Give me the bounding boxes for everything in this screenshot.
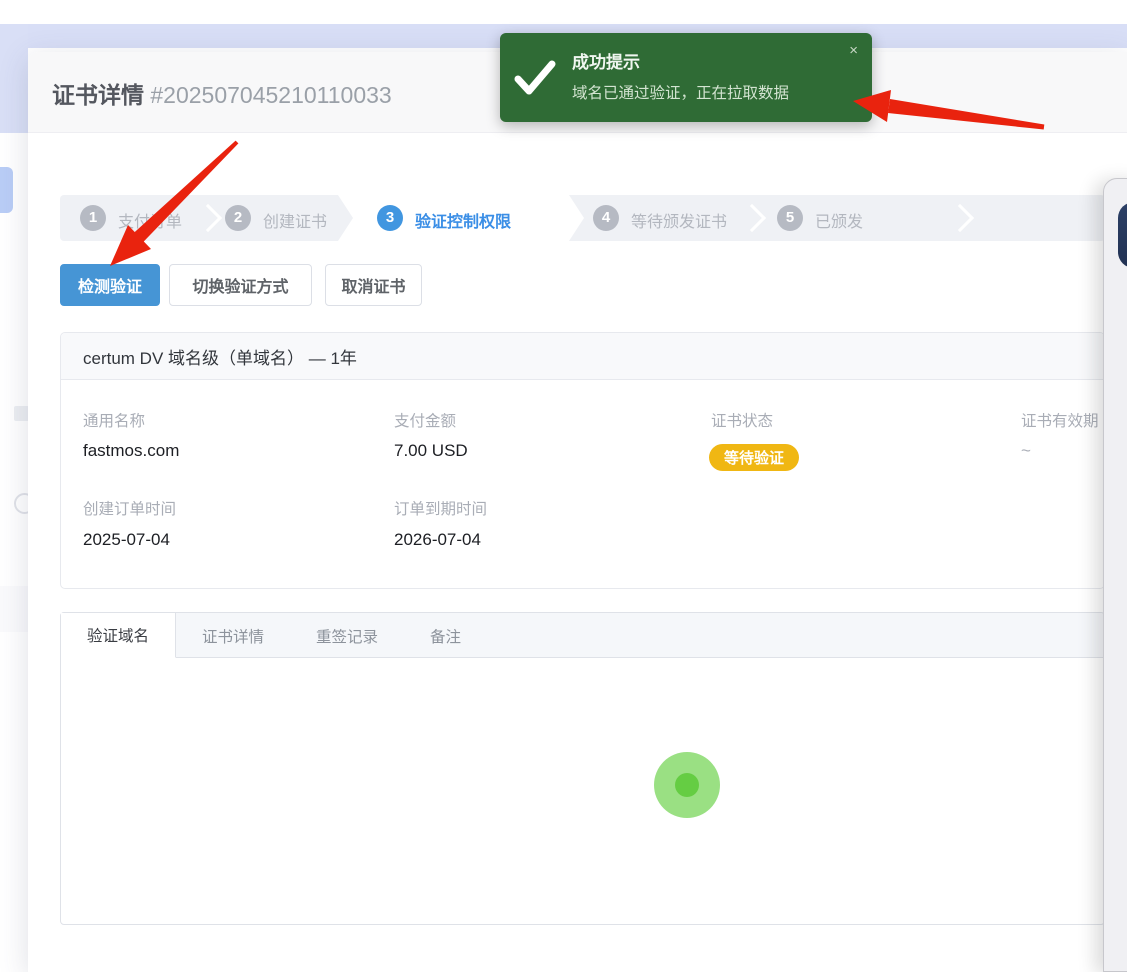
common-name-label: 通用名称	[83, 409, 145, 431]
side-overlay-panel	[1103, 178, 1127, 972]
payment-amount-value: 7.00 USD	[394, 441, 468, 461]
tab-certificate-detail[interactable]: 证书详情	[176, 613, 290, 658]
background-strip	[0, 586, 28, 632]
tab-reissue-records[interactable]: 重签记录	[290, 613, 404, 658]
step-2-label: 创建证书	[263, 208, 327, 232]
order-created-value: 2025-07-04	[83, 530, 170, 550]
certificate-status-label: 证书状态	[711, 409, 773, 431]
order-expiry-label: 订单到期时间	[394, 497, 487, 519]
step-3-label: 验证控制权限	[415, 208, 511, 232]
step-5-circle: 5	[777, 205, 803, 231]
detect-validation-button[interactable]: 检测验证	[60, 264, 160, 306]
step-1-circle: 1	[80, 205, 106, 231]
loading-spinner	[654, 752, 720, 818]
toast-message: 域名已通过验证，正在拉取数据	[572, 81, 789, 103]
common-name-value: fastmos.com	[83, 441, 179, 461]
tabs-bar: 验证域名 证书详情 重签记录 备注	[61, 613, 1104, 658]
detail-tabs-panel: 验证域名 证书详情 重签记录 备注	[60, 612, 1105, 925]
order-created-label: 创建订单时间	[83, 497, 176, 519]
certificate-detail-dialog: 证书详情 #202507045210110033 1 支付订单 2 创建证书 3…	[28, 52, 1127, 972]
order-expiry-value: 2026-07-04	[394, 530, 481, 550]
status-badge: 等待验证	[709, 444, 799, 471]
background-sidebar-chip	[0, 167, 13, 213]
loading-spinner-core	[675, 773, 699, 797]
step-1-label: 支付订单	[118, 208, 182, 232]
step-2-circle: 2	[225, 205, 251, 231]
chevron-separator-icon	[946, 204, 974, 232]
step-5-label: 已颁发	[815, 208, 863, 232]
cancel-certificate-button[interactable]: 取消证书	[325, 264, 422, 306]
payment-amount-label: 支付金额	[394, 409, 456, 431]
certificate-validity-value: ~	[1021, 441, 1031, 461]
close-icon[interactable]: ×	[849, 43, 858, 58]
certificate-info-panel: certum DV 域名级（单域名） — 1年 通用名称 fastmos.com…	[60, 332, 1105, 589]
success-toast: 成功提示 域名已通过验证，正在拉取数据 ×	[500, 33, 872, 122]
side-panel-button[interactable]	[1118, 202, 1127, 268]
dialog-title-row: 证书详情 #202507045210110033	[52, 76, 392, 110]
step-3-circle: 3	[377, 205, 403, 231]
step-4-circle: 4	[593, 205, 619, 231]
switch-validation-method-button[interactable]: 切换验证方式	[169, 264, 312, 306]
background-text-remnant	[14, 406, 29, 421]
step-wizard: 1 支付订单 2 创建证书 3 验证控制权限 4 等待颁发证书 5 已颁发	[60, 195, 1105, 241]
chevron-separator-icon	[738, 204, 766, 232]
tab-validate-domain[interactable]: 验证域名	[61, 613, 176, 658]
certificate-validity-label: 证书有效期	[1021, 409, 1099, 431]
check-icon	[514, 59, 556, 97]
background-left-band	[0, 24, 28, 133]
toast-title: 成功提示	[572, 48, 640, 73]
chevron-separator-icon	[194, 204, 222, 232]
tab-remarks[interactable]: 备注	[404, 613, 487, 658]
order-number: #202507045210110033	[150, 82, 391, 108]
product-title: certum DV 域名级（单域名） — 1年	[61, 333, 1104, 380]
dialog-title: 证书详情	[52, 82, 144, 108]
step-4-label: 等待颁发证书	[631, 208, 727, 232]
